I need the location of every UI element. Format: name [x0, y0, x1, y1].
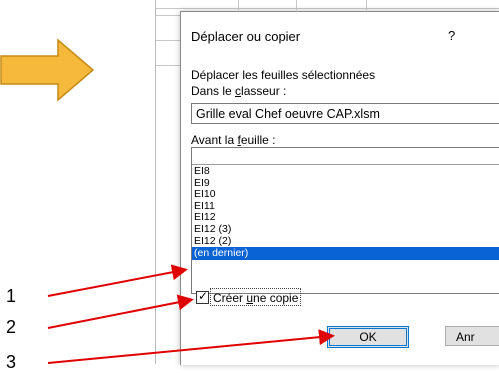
pointer-arrow-2 — [47, 294, 194, 329]
pointer-arrow-3 — [47, 329, 335, 364]
pointer-arrow-1 — [47, 264, 188, 297]
pointer-arrows — [47, 264, 335, 364]
